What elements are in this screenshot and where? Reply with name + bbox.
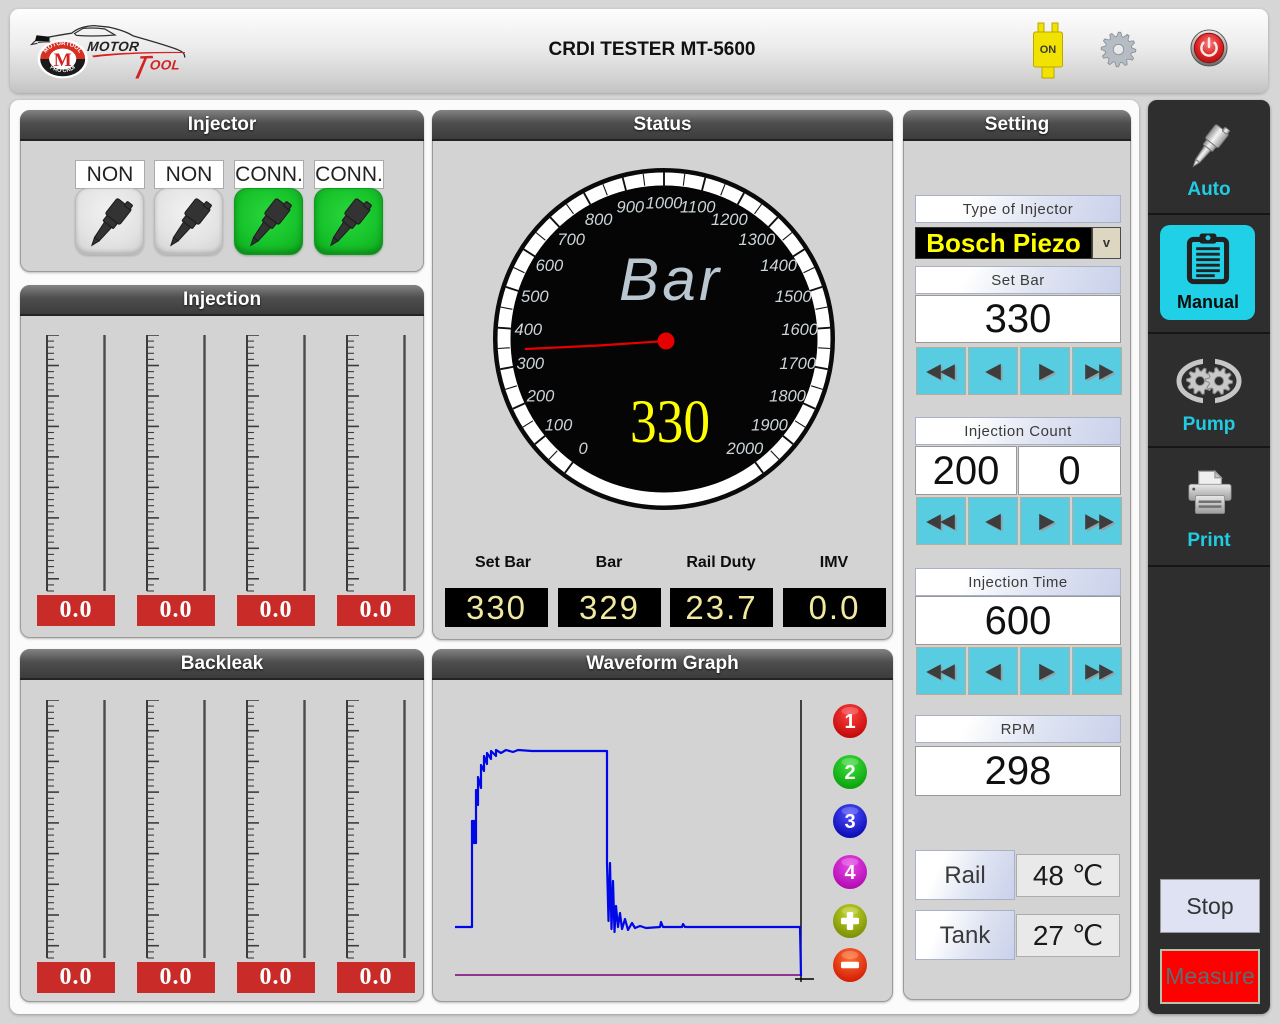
svg-text:1300: 1300: [738, 231, 776, 249]
svg-text:ON: ON: [1040, 44, 1057, 56]
svg-text:100: 100: [545, 416, 573, 434]
svg-text:1700: 1700: [779, 355, 817, 373]
svg-text:1500: 1500: [775, 288, 813, 306]
svg-text:600: 600: [536, 257, 564, 275]
svg-text:4: 4: [844, 862, 856, 884]
svg-text:900: 900: [617, 199, 645, 217]
svg-text:1200: 1200: [711, 211, 749, 229]
svg-text:2: 2: [844, 762, 855, 784]
svg-text:0: 0: [579, 440, 589, 458]
svg-text:400: 400: [515, 321, 543, 339]
svg-text:1900: 1900: [751, 416, 789, 434]
svg-text:200: 200: [526, 388, 555, 406]
svg-text:300: 300: [517, 355, 545, 373]
svg-text:700: 700: [557, 231, 585, 249]
svg-text:1800: 1800: [769, 388, 807, 406]
svg-text:3: 3: [844, 811, 855, 833]
svg-text:330: 330: [630, 389, 710, 456]
svg-text:1: 1: [844, 711, 855, 733]
svg-text:2000: 2000: [726, 440, 765, 458]
svg-text:1000: 1000: [646, 195, 684, 213]
svg-text:1400: 1400: [760, 257, 798, 275]
svg-text:1600: 1600: [781, 321, 819, 339]
svg-text:500: 500: [521, 288, 549, 306]
svg-text:OOL: OOL: [149, 58, 181, 73]
svg-text:MOTOR: MOTOR: [87, 39, 140, 54]
svg-text:Bar: Bar: [619, 246, 721, 313]
svg-text:800: 800: [585, 211, 613, 229]
